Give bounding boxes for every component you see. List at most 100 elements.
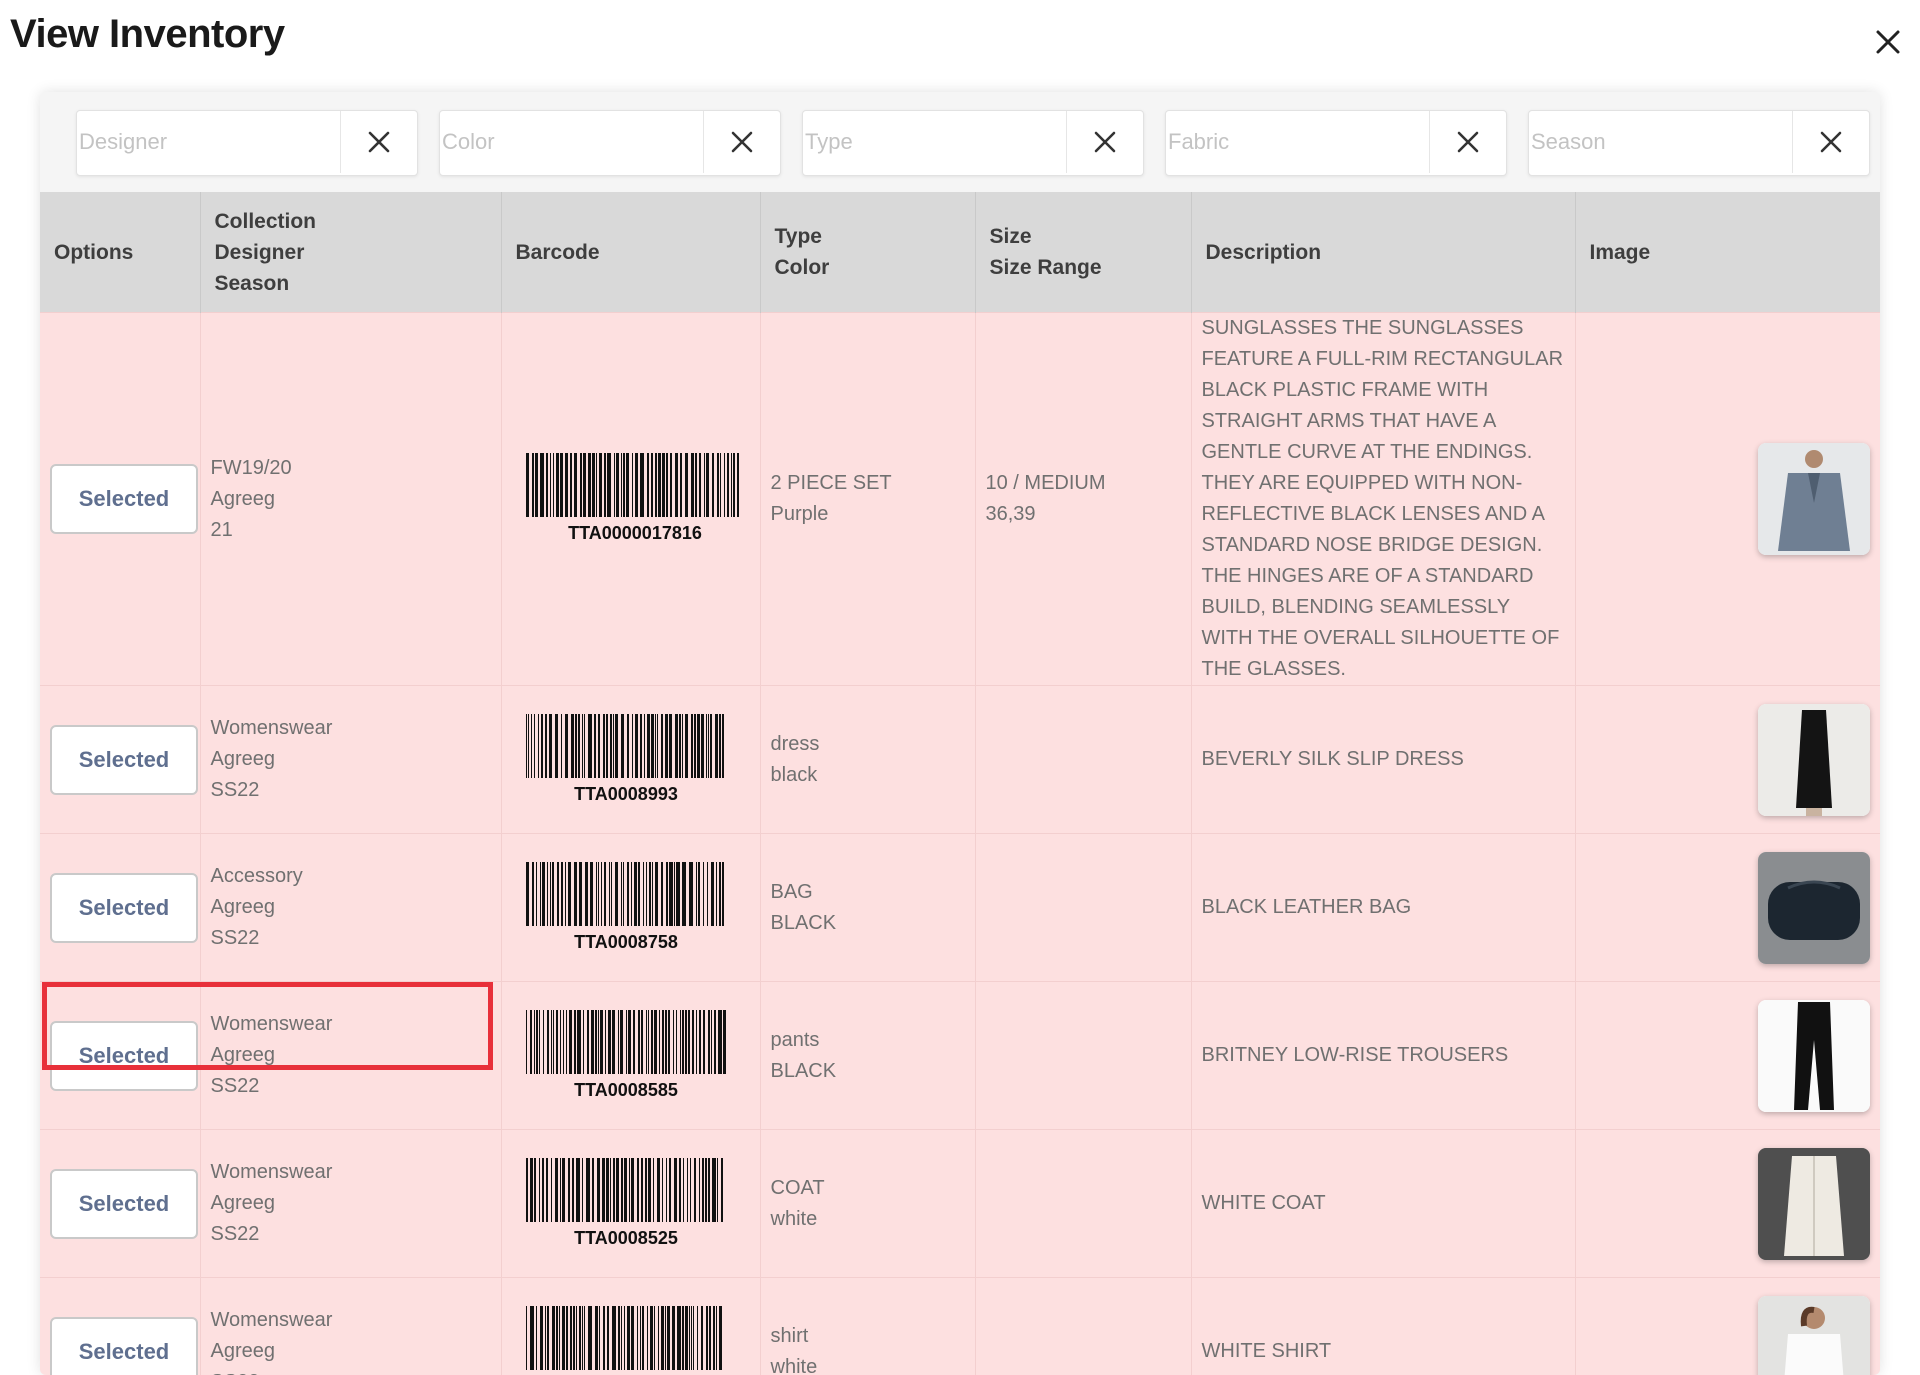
barcode-bar [668,861,673,926]
barcode-bar [726,453,729,517]
barcode-bar [587,713,592,778]
designer-filter [76,110,418,176]
barcode-bar [631,453,633,517]
barcode-bar [538,1009,540,1074]
bag-photo[interactable] [1758,851,1870,964]
barcode-bar [573,861,577,926]
column-header-collection-designer-season[interactable]: Collection Designer Season [200,192,502,313]
collection-text: FW19/20 [210,456,292,479]
barcode-bar [674,453,678,517]
barcode-bar [605,1157,609,1222]
season-filter-input[interactable] [1529,111,1793,173]
barcode-bar [620,861,622,926]
barcode-bar [595,453,597,517]
barcode-bar [545,453,548,517]
description-cell: WHITE COAT [1191,1129,1576,1278]
trousers-photo[interactable] [1758,999,1870,1112]
barcode-bar [716,1157,718,1222]
barcode-bar [583,713,585,778]
barcode-number: TTA0008525 [574,1228,678,1248]
close-button[interactable] [1868,22,1908,62]
barcode-bar [642,861,644,926]
barcode-bar [718,861,721,926]
barcode-bar [700,713,704,778]
designer-filter-clear-button[interactable] [340,111,417,173]
barcode-bar [622,861,624,926]
column-header-description[interactable]: Description [1191,192,1576,313]
type-filter-input[interactable] [803,111,1067,173]
selected-button[interactable]: Selected [50,464,198,534]
barcode-bar [628,1157,630,1222]
barcode-bar [700,1305,703,1370]
barcode-bar [660,1305,664,1370]
column-header-size[interactable]: Size Size Range [975,192,1192,313]
barcode-bar [681,861,686,926]
column-header-options[interactable]: Options [40,192,201,313]
barcode-bar [646,713,650,778]
barcode-bar [671,1305,675,1370]
barcode-bar [611,1009,615,1074]
barcode-bar [525,453,529,517]
barcode-bar [571,1157,574,1222]
table-row: Selected Womenswear Agreeg SS22 TTA0008524… [40,1277,1880,1375]
barcode-bar [534,453,538,517]
barcode-bar [549,861,551,926]
barcode-bar [594,1009,597,1074]
selected-button[interactable]: Selected [50,1020,198,1091]
coat-photo[interactable] [1758,1147,1870,1260]
type-filter-clear-button[interactable] [1066,111,1143,173]
barcode-bar [600,861,602,926]
barcode-bar [559,1157,561,1222]
x-icon [368,131,390,153]
collection-text: Womenswear [210,1309,333,1331]
barcode-bar [546,861,548,926]
blazer-photo[interactable] [1758,443,1870,555]
barcode-bar [609,713,612,778]
barcode-bar [539,1305,543,1370]
barcode-bar [525,713,527,778]
barcode-bar [684,1009,687,1074]
fabric-filter-input[interactable] [1166,111,1430,173]
barcode-bar [570,713,574,778]
barcode-bar [612,713,614,778]
barcode-bar [598,1305,600,1370]
column-header-image[interactable]: Image [1575,192,1880,313]
barcode-bar [625,1009,627,1074]
barcode-bar [525,1009,527,1074]
fabric-filter-clear-button[interactable] [1429,111,1506,173]
barcode-bar [623,1157,627,1222]
column-header-type-color[interactable]: Type Color [760,192,976,313]
barcode-bar [539,453,544,517]
designer-filter-input[interactable] [77,111,341,173]
color-filter-clear-button[interactable] [703,111,780,173]
selected-button[interactable]: Selected [50,724,198,795]
barcode-bar [541,861,545,926]
dress-photo[interactable] [1758,703,1870,816]
barcode-bar [582,1009,584,1074]
selected-button[interactable]: Selected [50,1316,198,1375]
barcode-bar [661,1009,664,1074]
barcode-bar [594,1305,598,1370]
collection-cell: Womenswear Agreeg SS22 [200,1277,502,1375]
barcode-bar [606,1305,609,1370]
selected-button[interactable]: Selected [50,872,198,943]
barcode-bar [682,1157,684,1222]
color-filter-input[interactable] [440,111,704,173]
barcode-bar [701,1157,704,1222]
column-header-barcode[interactable]: Barcode [501,192,761,313]
season-filter-clear-button[interactable] [1792,111,1869,173]
barcode-bar [650,453,653,517]
x-icon [731,131,753,153]
barcode-bar [654,713,656,778]
barcode-bar [564,713,568,778]
collection-cell: Womenswear Agreeg SS22 [200,981,502,1130]
barcode-bar [708,1305,711,1370]
barcode-bar [696,713,700,778]
collection-cell: Womenswear Agreeg SS22 [200,1129,502,1278]
barcode-bar [545,1157,548,1222]
shirt-photo[interactable] [1758,1295,1870,1375]
barcode-bar [634,453,638,517]
type-text: pants [770,1028,820,1051]
selected-button[interactable]: Selected [50,1168,198,1239]
barcode-bar [626,713,629,778]
